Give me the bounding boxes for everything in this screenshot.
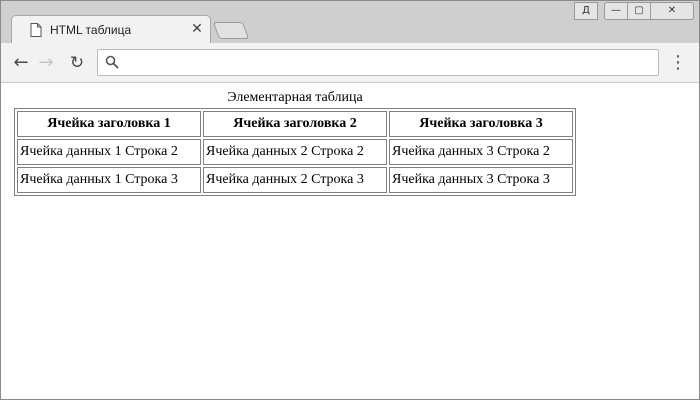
- profile-button[interactable]: Д: [574, 2, 598, 20]
- table-header-cell: Ячейка заголовка 2: [203, 111, 387, 137]
- table-header-cell: Ячейка заголовка 1: [17, 111, 201, 137]
- address-input[interactable]: [126, 53, 646, 72]
- page-content: Элементарная таблица Ячейка заголовка 1 …: [1, 83, 699, 399]
- forward-button[interactable]: →: [34, 51, 58, 75]
- browser-toolbar: ← → ↻ ⋮: [1, 43, 699, 83]
- search-icon: [105, 55, 119, 69]
- table-header-cell: Ячейка заголовка 3: [389, 111, 573, 137]
- table-cell: Ячейка данных 3 Строка 3: [389, 167, 573, 193]
- close-window-button[interactable]: ✕: [650, 2, 694, 20]
- table-row: Ячейка данных 1 Строка 3 Ячейка данных 2…: [17, 167, 573, 193]
- tab-html-table[interactable]: HTML таблица ✕: [11, 15, 211, 43]
- table-cell: Ячейка данных 1 Строка 2: [17, 139, 201, 165]
- menu-button[interactable]: ⋮: [669, 51, 687, 75]
- tab-strip: HTML таблица ✕ Д — ▢ ✕: [1, 1, 699, 43]
- table-row: Ячейка данных 1 Строка 2 Ячейка данных 2…: [17, 139, 573, 165]
- back-button[interactable]: ←: [9, 51, 33, 75]
- tab-close-icon[interactable]: ✕: [188, 20, 206, 38]
- table-cell: Ячейка данных 2 Строка 3: [203, 167, 387, 193]
- document-icon: [30, 23, 42, 37]
- table-cell: Ячейка данных 2 Строка 2: [203, 139, 387, 165]
- tab-title: HTML таблица: [50, 23, 132, 37]
- table-caption: Элементарная таблица: [227, 90, 363, 105]
- maximize-button[interactable]: ▢: [627, 2, 651, 20]
- reload-button[interactable]: ↻: [65, 51, 89, 75]
- table-header-row: Ячейка заголовка 1 Ячейка заголовка 2 Яч…: [17, 111, 573, 137]
- data-table: Элементарная таблица Ячейка заголовка 1 …: [14, 90, 576, 196]
- new-tab-button[interactable]: [212, 22, 250, 39]
- address-bar[interactable]: [97, 49, 659, 76]
- browser-window: HTML таблица ✕ Д — ▢ ✕ ← → ↻ ⋮ Элементар…: [0, 0, 700, 400]
- table-cell: Ячейка данных 1 Строка 3: [17, 167, 201, 193]
- table-cell: Ячейка данных 3 Строка 2: [389, 139, 573, 165]
- minimize-button[interactable]: —: [604, 2, 628, 20]
